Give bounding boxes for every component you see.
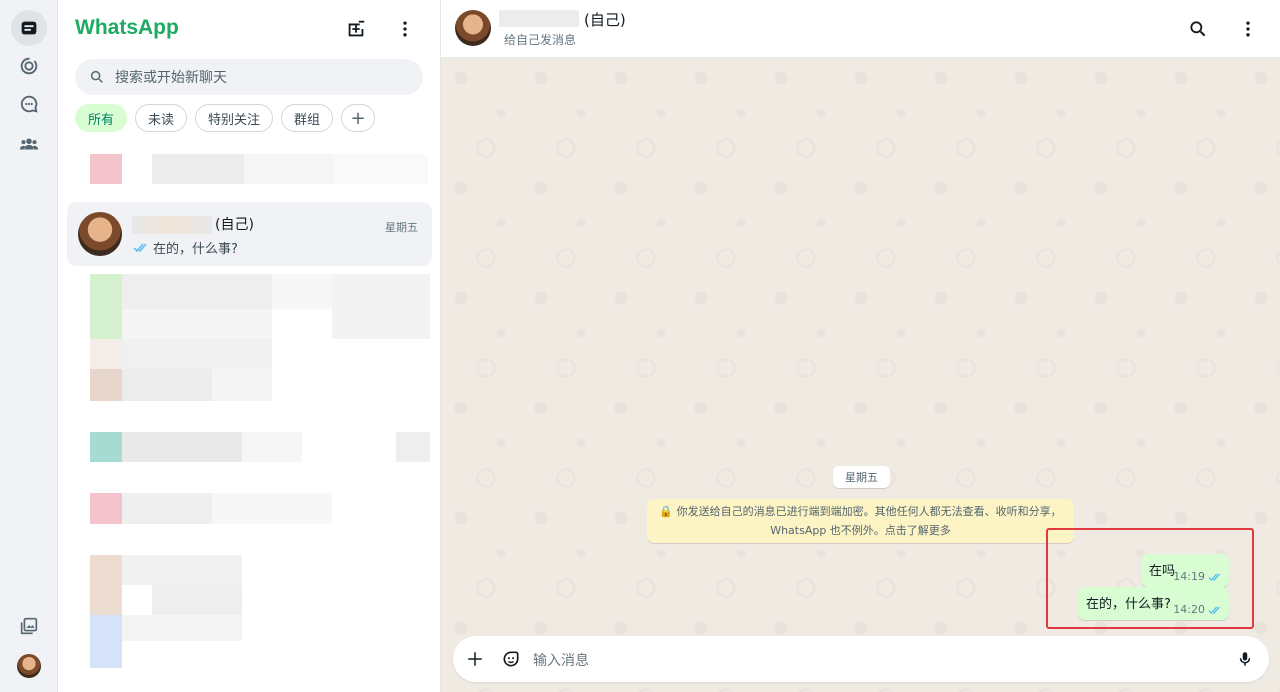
conversation-header[interactable]: (自己) 给自己发消息 — [441, 0, 1280, 58]
message-text: 在吗 — [1149, 564, 1176, 579]
lock-icon: 🔒 — [659, 505, 674, 518]
message-input[interactable]: 输入消息 — [533, 650, 589, 670]
contact-avatar[interactable] — [455, 10, 491, 46]
redacted-contact-name — [499, 10, 579, 27]
encryption-notice[interactable]: 🔒 你发送给自己的消息已进行端到端加密。其他任何人都无法查看、收听和分享， Wh… — [647, 499, 1074, 543]
contact-name: (自己) — [584, 11, 626, 29]
contact-subtitle: 给自己发消息 — [504, 33, 577, 47]
conversation-menu-icon[interactable] — [1235, 16, 1261, 42]
media-icon[interactable] — [11, 608, 47, 644]
communities-icon[interactable] — [11, 126, 47, 162]
chat-wallpaper: 星期五 🔒 你发送给自己的消息已进行端到端加密。其他任何人都无法查看、收听和分享… — [441, 58, 1280, 692]
filter-all[interactable]: 所有 — [75, 104, 128, 132]
double-check-icon — [1208, 573, 1220, 581]
search-bar[interactable]: 搜索或开始新聊天 — [75, 59, 423, 95]
message-text: 在的，什么事? — [1086, 597, 1171, 612]
message-bubble[interactable]: 在吗 14:19 — [1141, 554, 1229, 587]
menu-icon[interactable] — [392, 16, 418, 42]
nav-rail — [0, 0, 58, 692]
chat-name: (自己) — [215, 217, 254, 233]
filter-unread[interactable]: 未读 — [135, 104, 188, 132]
microphone-icon[interactable] — [1233, 647, 1257, 671]
channels-icon[interactable] — [11, 86, 47, 122]
add-filter-button[interactable]: + — [341, 104, 376, 132]
day-divider: 星期五 — [833, 466, 890, 488]
chat-last-message: 在的，什么事? — [133, 238, 238, 257]
chat-list-panel: WhatsApp 搜索或开始新聊天 所有 未读 特别关注 群组 + (自己) 星… — [58, 0, 441, 692]
last-message-text: 在的，什么事? — [153, 242, 238, 257]
status-icon[interactable] — [11, 48, 47, 84]
message-bubble[interactable]: 在的，什么事? 14:20 — [1078, 587, 1229, 620]
redacted-chat-row[interactable] — [70, 144, 430, 190]
chat-time: 星期五 — [385, 221, 418, 234]
new-chat-icon[interactable] — [343, 16, 369, 42]
double-check-icon — [133, 243, 147, 253]
encryption-notice-line-2: WhatsApp 也不例外。点击了解更多 — [770, 524, 951, 537]
message-meta: 14:20 — [1173, 603, 1222, 616]
filter-chips: 所有 未读 特别关注 群组 + — [75, 104, 376, 132]
search-input[interactable]: 搜索或开始新聊天 — [115, 67, 227, 87]
profile-avatar[interactable] — [17, 654, 41, 678]
message-time: 14:19 — [1173, 570, 1205, 583]
message-time: 14:20 — [1173, 603, 1205, 616]
sticker-icon[interactable] — [499, 647, 523, 671]
chats-icon[interactable] — [11, 10, 47, 46]
message-composer[interactable]: 输入消息 — [453, 636, 1269, 682]
filter-favorites[interactable]: 特别关注 — [195, 104, 274, 132]
message-meta: 14:19 — [1173, 570, 1222, 583]
double-check-icon — [1208, 606, 1220, 614]
search-icon — [90, 70, 103, 83]
redacted-chat-list[interactable] — [70, 274, 430, 668]
attach-plus-icon[interactable] — [463, 647, 487, 671]
redacted-name — [132, 216, 212, 234]
encryption-notice-line-1: 🔒 你发送给自己的消息已进行端到端加密。其他任何人都无法查看、收听和分享， — [659, 505, 1062, 518]
app-title: WhatsApp — [75, 16, 179, 39]
avatar — [78, 212, 122, 256]
filter-groups[interactable]: 群组 — [281, 104, 334, 132]
search-icon[interactable] — [1185, 16, 1211, 42]
chat-item-self[interactable]: (自己) 星期五 在的，什么事? — [67, 202, 432, 266]
conversation-pane: (自己) 给自己发消息 星期五 🔒 你发送给自己的消息已进行端到端加密。其他任何… — [441, 0, 1280, 692]
